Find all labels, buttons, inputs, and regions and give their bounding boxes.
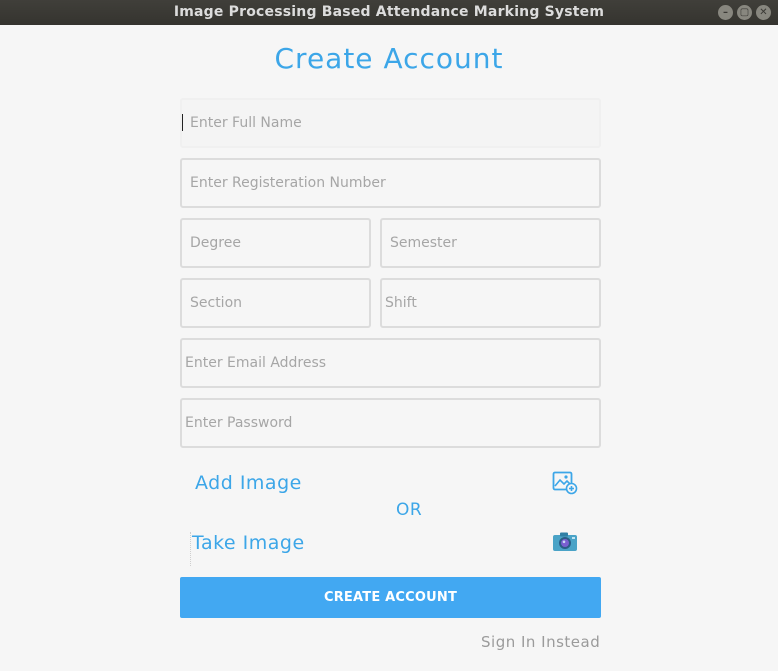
- text-cursor: [182, 114, 183, 131]
- image-add-icon[interactable]: [552, 471, 578, 499]
- or-separator: OR: [396, 500, 423, 520]
- section-input[interactable]: [180, 278, 371, 328]
- close-button[interactable]: ✕: [756, 5, 771, 20]
- take-image-link[interactable]: Take Image: [192, 532, 305, 554]
- email-input[interactable]: [180, 338, 601, 388]
- minimize-button[interactable]: –: [718, 5, 733, 20]
- maximize-button[interactable]: ▢: [737, 5, 752, 20]
- window-title: Image Processing Based Attendance Markin…: [173, 4, 605, 20]
- password-input[interactable]: [180, 398, 601, 448]
- shift-input[interactable]: [380, 278, 601, 328]
- semester-input[interactable]: [380, 218, 601, 268]
- create-account-button[interactable]: CREATE ACCOUNT: [180, 577, 601, 618]
- sign-in-link[interactable]: Sign In Instead: [481, 633, 600, 651]
- full-name-input[interactable]: [180, 98, 601, 148]
- add-image-link[interactable]: Add Image: [195, 472, 302, 494]
- camera-icon[interactable]: [552, 531, 578, 557]
- registration-number-input[interactable]: [180, 158, 601, 208]
- window-titlebar: Image Processing Based Attendance Markin…: [0, 0, 778, 25]
- page-title: Create Account: [274, 42, 504, 75]
- degree-input[interactable]: [180, 218, 371, 268]
